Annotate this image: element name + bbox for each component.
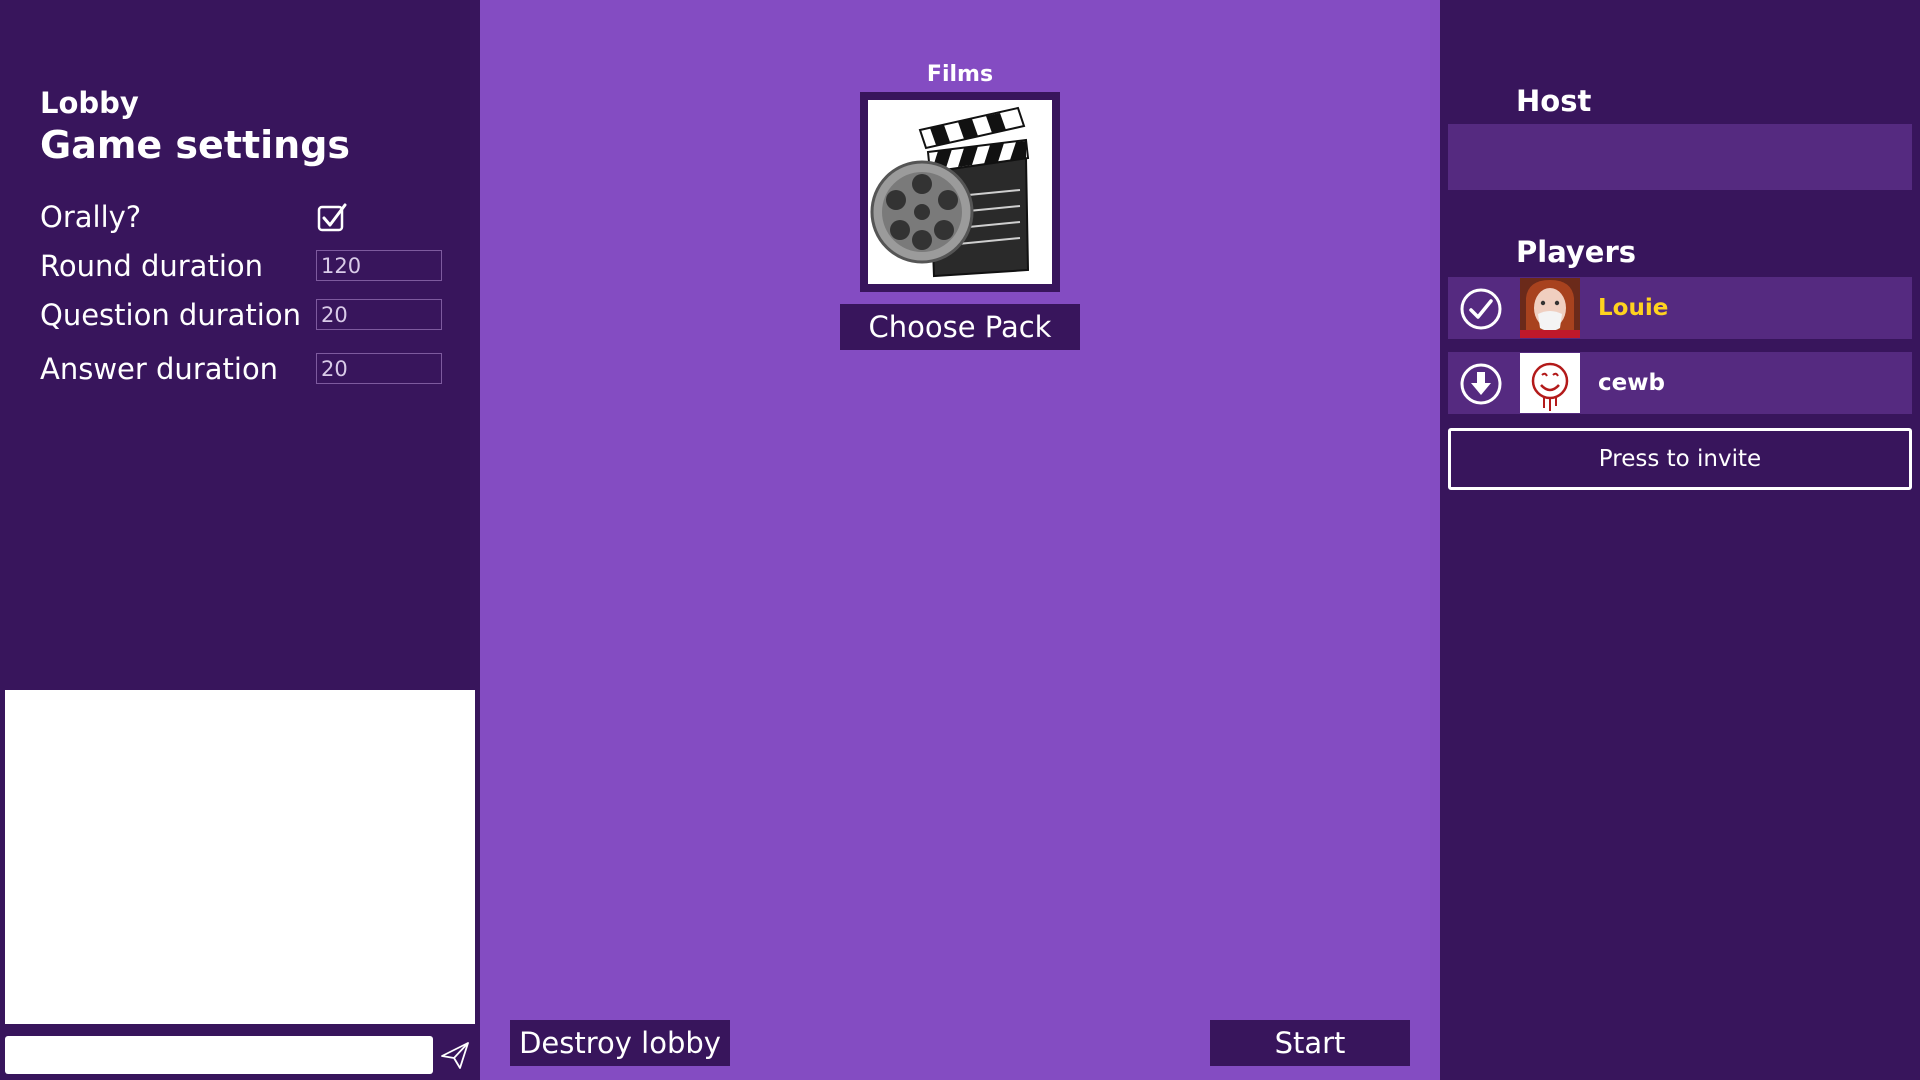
lobby-label: Lobby (40, 86, 139, 120)
choose-pack-button[interactable]: Choose Pack (840, 304, 1080, 350)
player-name: cewb (1598, 370, 1665, 396)
setting-round-duration: Round duration (40, 246, 442, 286)
download-circle-icon (1460, 363, 1502, 405)
settings-panel: Lobby Game settings Orally? Round durati… (0, 0, 480, 1080)
lobby-screen: Lobby Game settings Orally? Round durati… (0, 0, 1920, 1080)
round-duration-label: Round duration (40, 249, 264, 283)
chat-input[interactable] (5, 1036, 433, 1074)
player-row[interactable]: cewb (1448, 352, 1912, 414)
send-icon[interactable] (440, 1040, 470, 1070)
player-name: Louie (1598, 295, 1669, 321)
pack-thumbnail[interactable] (860, 92, 1060, 292)
question-duration-input[interactable] (316, 299, 442, 330)
setting-answer-duration: Answer duration (40, 349, 442, 389)
host-title: Host (1516, 84, 1592, 118)
pack-panel: Films Choose Pack Destroy lobby Start (480, 0, 1440, 1080)
orally-label: Orally? (40, 200, 142, 234)
film-clapperboard-icon (868, 100, 1052, 284)
setting-question-duration: Question duration (40, 295, 442, 335)
setting-orally: Orally? (40, 197, 420, 237)
round-duration-input[interactable] (316, 250, 442, 281)
invite-button[interactable]: Press to invite (1448, 428, 1912, 490)
question-duration-label: Question duration (40, 298, 301, 332)
check-circle-icon (1460, 288, 1502, 330)
game-settings-title: Game settings (40, 123, 351, 167)
pack-name: Films (926, 62, 994, 87)
players-title: Players (1516, 235, 1637, 269)
chat-log[interactable] (5, 690, 475, 1024)
player-row[interactable]: Louie (1448, 277, 1912, 339)
start-button[interactable]: Start (1210, 1020, 1410, 1066)
answer-duration-input[interactable] (316, 353, 442, 384)
avatar (1520, 353, 1580, 413)
destroy-lobby-button[interactable]: Destroy lobby (510, 1020, 730, 1066)
orally-checkbox-icon[interactable] (316, 201, 348, 233)
host-slot (1448, 124, 1912, 190)
players-panel: Host Players Louie cewb Press to invite (1440, 0, 1920, 1080)
answer-duration-label: Answer duration (40, 352, 279, 386)
avatar (1520, 278, 1580, 338)
